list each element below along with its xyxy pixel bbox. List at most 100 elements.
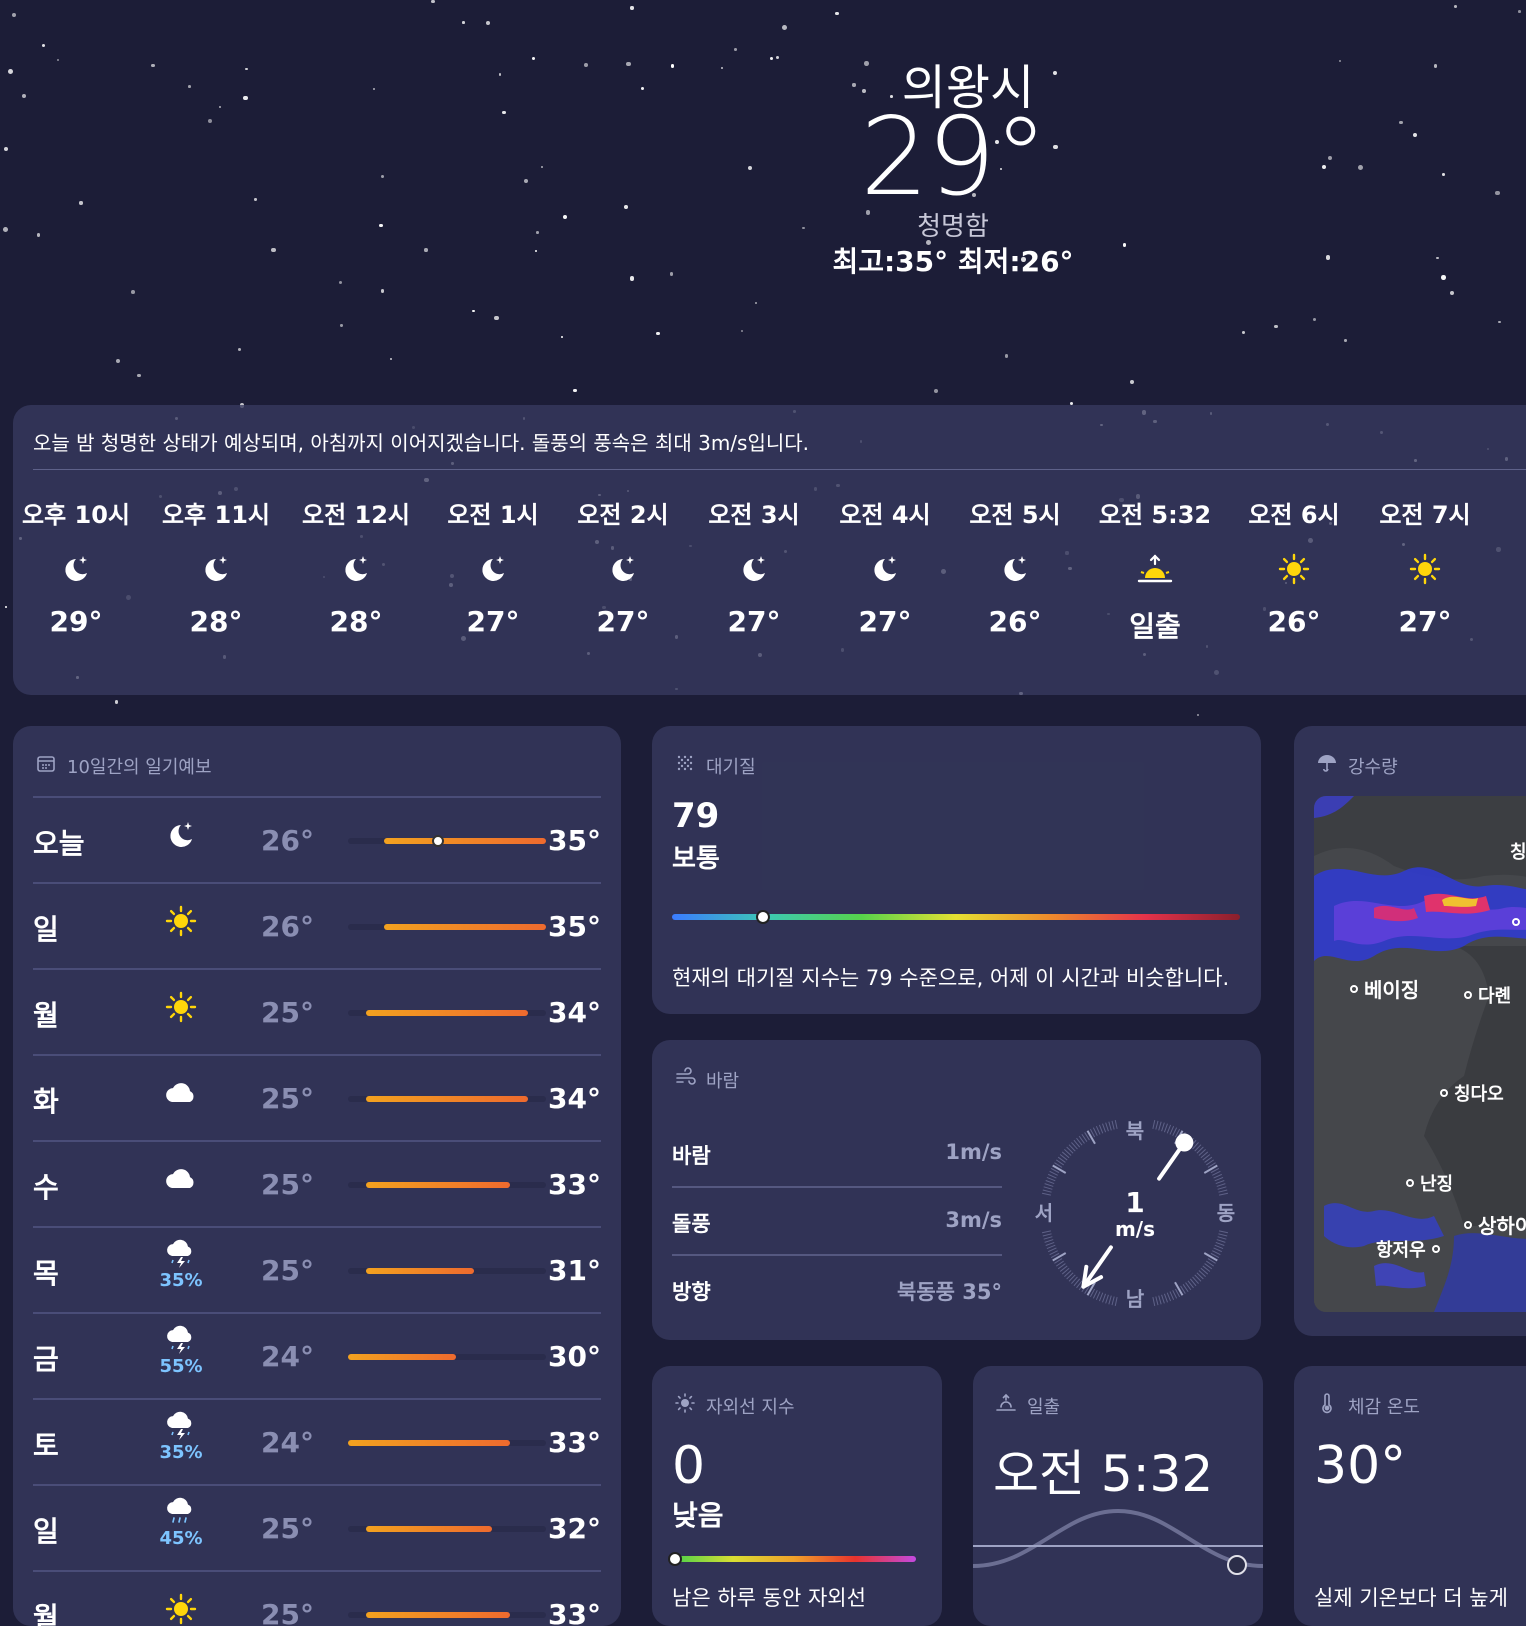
high-temp: 30° [548, 1340, 601, 1373]
compass-tick [1169, 1291, 1175, 1300]
high-temp: 33° [548, 1426, 601, 1459]
high-temp: 35° [548, 910, 601, 943]
low-temp: 25° [261, 1598, 314, 1626]
star [390, 357, 393, 360]
compass-tick [1172, 1127, 1178, 1136]
compass-tick [1219, 1230, 1229, 1234]
hour-time: 오전 6시 [1248, 501, 1340, 529]
compass-tick [1212, 1170, 1221, 1176]
row-label: 방향 [672, 1280, 711, 1304]
temp-range-track [348, 1440, 546, 1446]
hour-value: 27° [727, 605, 781, 638]
compass-tick [1212, 1250, 1221, 1256]
card-title: 바람 [706, 1070, 740, 1092]
forecast-day-row[interactable]: 오늘 26° 35° [33, 796, 601, 882]
compass-tick [1043, 1186, 1053, 1190]
hourly-item: 오전 5시 26° [950, 495, 1080, 638]
hourly-item: 오전 4시 27° [820, 495, 950, 638]
divider [33, 1140, 601, 1142]
compass-tick [1111, 1296, 1115, 1306]
divider [33, 1398, 601, 1400]
city-label: 다롄 [1478, 986, 1512, 1007]
star [22, 93, 27, 98]
compass-tick [1046, 1176, 1056, 1182]
forecast-day-row[interactable]: 화 25° 34° [33, 1054, 601, 1140]
low-temp: 25° [261, 1168, 314, 1201]
high-temp: 35° [548, 824, 601, 857]
card-title: 대기질 [706, 756, 756, 778]
compass-tick [1166, 1292, 1172, 1302]
wind-icon [674, 1066, 696, 1093]
wind-card[interactable]: 바람 바람 1m/s 돌풍 3m/s 방향 북동풍 35° 북 동 남 서 1 … [652, 1040, 1261, 1340]
hour-value: 26° [1267, 605, 1321, 638]
compass-tick [1095, 1126, 1101, 1135]
star [486, 20, 491, 26]
star [462, 21, 465, 24]
forecast-day-row[interactable]: 금 55% 24° 30° [33, 1312, 601, 1398]
sun-icon [151, 1592, 211, 1626]
temp-range-bar [348, 1440, 510, 1446]
forecast-day-row[interactable]: 토 35% 24° 33° [33, 1398, 601, 1484]
star [56, 58, 60, 62]
moon-star-icon [558, 535, 688, 603]
uv-index-card[interactable]: 자외선 지수 0 낮음 남은 하루 동안 자외선 [652, 1366, 942, 1626]
star [114, 700, 118, 704]
sunrise-time: 오전 5:32 [993, 1445, 1214, 1503]
hour-time: 오전 4시 [839, 501, 931, 529]
compass-tick [1213, 1247, 1222, 1253]
high-temp: 34° [548, 1082, 601, 1115]
hour-time: 오후 10시 [22, 501, 130, 529]
compass-tick [1166, 1124, 1172, 1134]
temp-range-track [348, 1526, 546, 1532]
precipitation-card[interactable]: 강수량 베이징 다롄 칭다오 난징 상하이 항저우 칭 [1294, 726, 1526, 1336]
row-value: 1m/s [945, 1140, 1002, 1164]
precip-chance: 55% [159, 1356, 203, 1377]
sun-path-chart [973, 1508, 1263, 1575]
temp-range-track [348, 1182, 546, 1188]
forecast-day-row[interactable]: 일 45% 25° 32° [33, 1484, 601, 1570]
forecast-day-row[interactable]: 일 26° 35° [33, 882, 601, 968]
forecast-day-row[interactable]: 수 25° 33° [33, 1140, 601, 1226]
compass-tick [1158, 1121, 1162, 1131]
city-marker [1406, 1179, 1414, 1187]
low-temp: 25° [261, 996, 314, 1029]
compass-tick [1105, 1122, 1109, 1132]
temp-range-bar [366, 1096, 528, 1102]
sun-icon [151, 904, 211, 942]
star [1498, 320, 1501, 324]
uv-label: 낮음 [672, 1499, 724, 1532]
star [1196, 713, 1199, 716]
umbrella-icon [1316, 752, 1338, 779]
forecast-day-row[interactable]: 월 25° 34° [33, 968, 601, 1054]
moon-star-icon [689, 535, 819, 603]
cloud-icon [151, 1162, 211, 1200]
moon-star-icon [428, 535, 558, 603]
hour-time: 오후 11시 [162, 501, 270, 529]
air-quality-card[interactable]: 대기질 79 보통 현재의 대기질 지수는 79 수준으로, 어제 이 시간과 … [652, 726, 1261, 1014]
map-city-partial: 칭 [1510, 838, 1526, 864]
precipitation-map[interactable]: 베이징 다롄 칭다오 난징 상하이 항저우 칭 [1314, 796, 1526, 1312]
cloud-icon [151, 1076, 211, 1114]
star [36, 233, 41, 237]
sunrise-card[interactable]: 일출 오전 5:32 [973, 1366, 1263, 1626]
compass-tick [1213, 1173, 1222, 1179]
star [655, 331, 660, 336]
forecast-day-row[interactable]: 월 25° 33° [33, 1570, 601, 1626]
forecast-day-row[interactable]: 목 35% 25° 31° [33, 1226, 601, 1312]
compass-tick [1158, 1295, 1162, 1305]
temp-range-track [348, 1010, 546, 1016]
high-temp: 32° [548, 1512, 601, 1545]
hourly-forecast-card[interactable]: 오늘 밤 청명한 상태가 예상되며, 아침까지 이어지겠습니다. 돌풍의 풍속은… [13, 405, 1526, 695]
ten-day-forecast-card[interactable]: 10일간의 일기예보 오늘 26° 35° 일 26° 35° 월 25° 34° 화 25° 34°… [13, 726, 621, 1626]
divider [33, 1570, 601, 1572]
compass-south: 남 [1126, 1287, 1145, 1311]
hourly-item: 오후 11시 28° [151, 495, 281, 638]
star [781, 25, 787, 31]
compass-tick [1163, 1293, 1168, 1303]
divider [33, 796, 601, 798]
divider [33, 1054, 601, 1056]
needle-origin [1175, 1133, 1194, 1152]
feels-like-description: 실제 기온보다 더 높게 [1314, 1586, 1508, 1610]
compass-tick [1155, 1296, 1159, 1306]
feels-like-card[interactable]: 체감 온도 30° 실제 기온보다 더 높게 [1294, 1366, 1526, 1626]
